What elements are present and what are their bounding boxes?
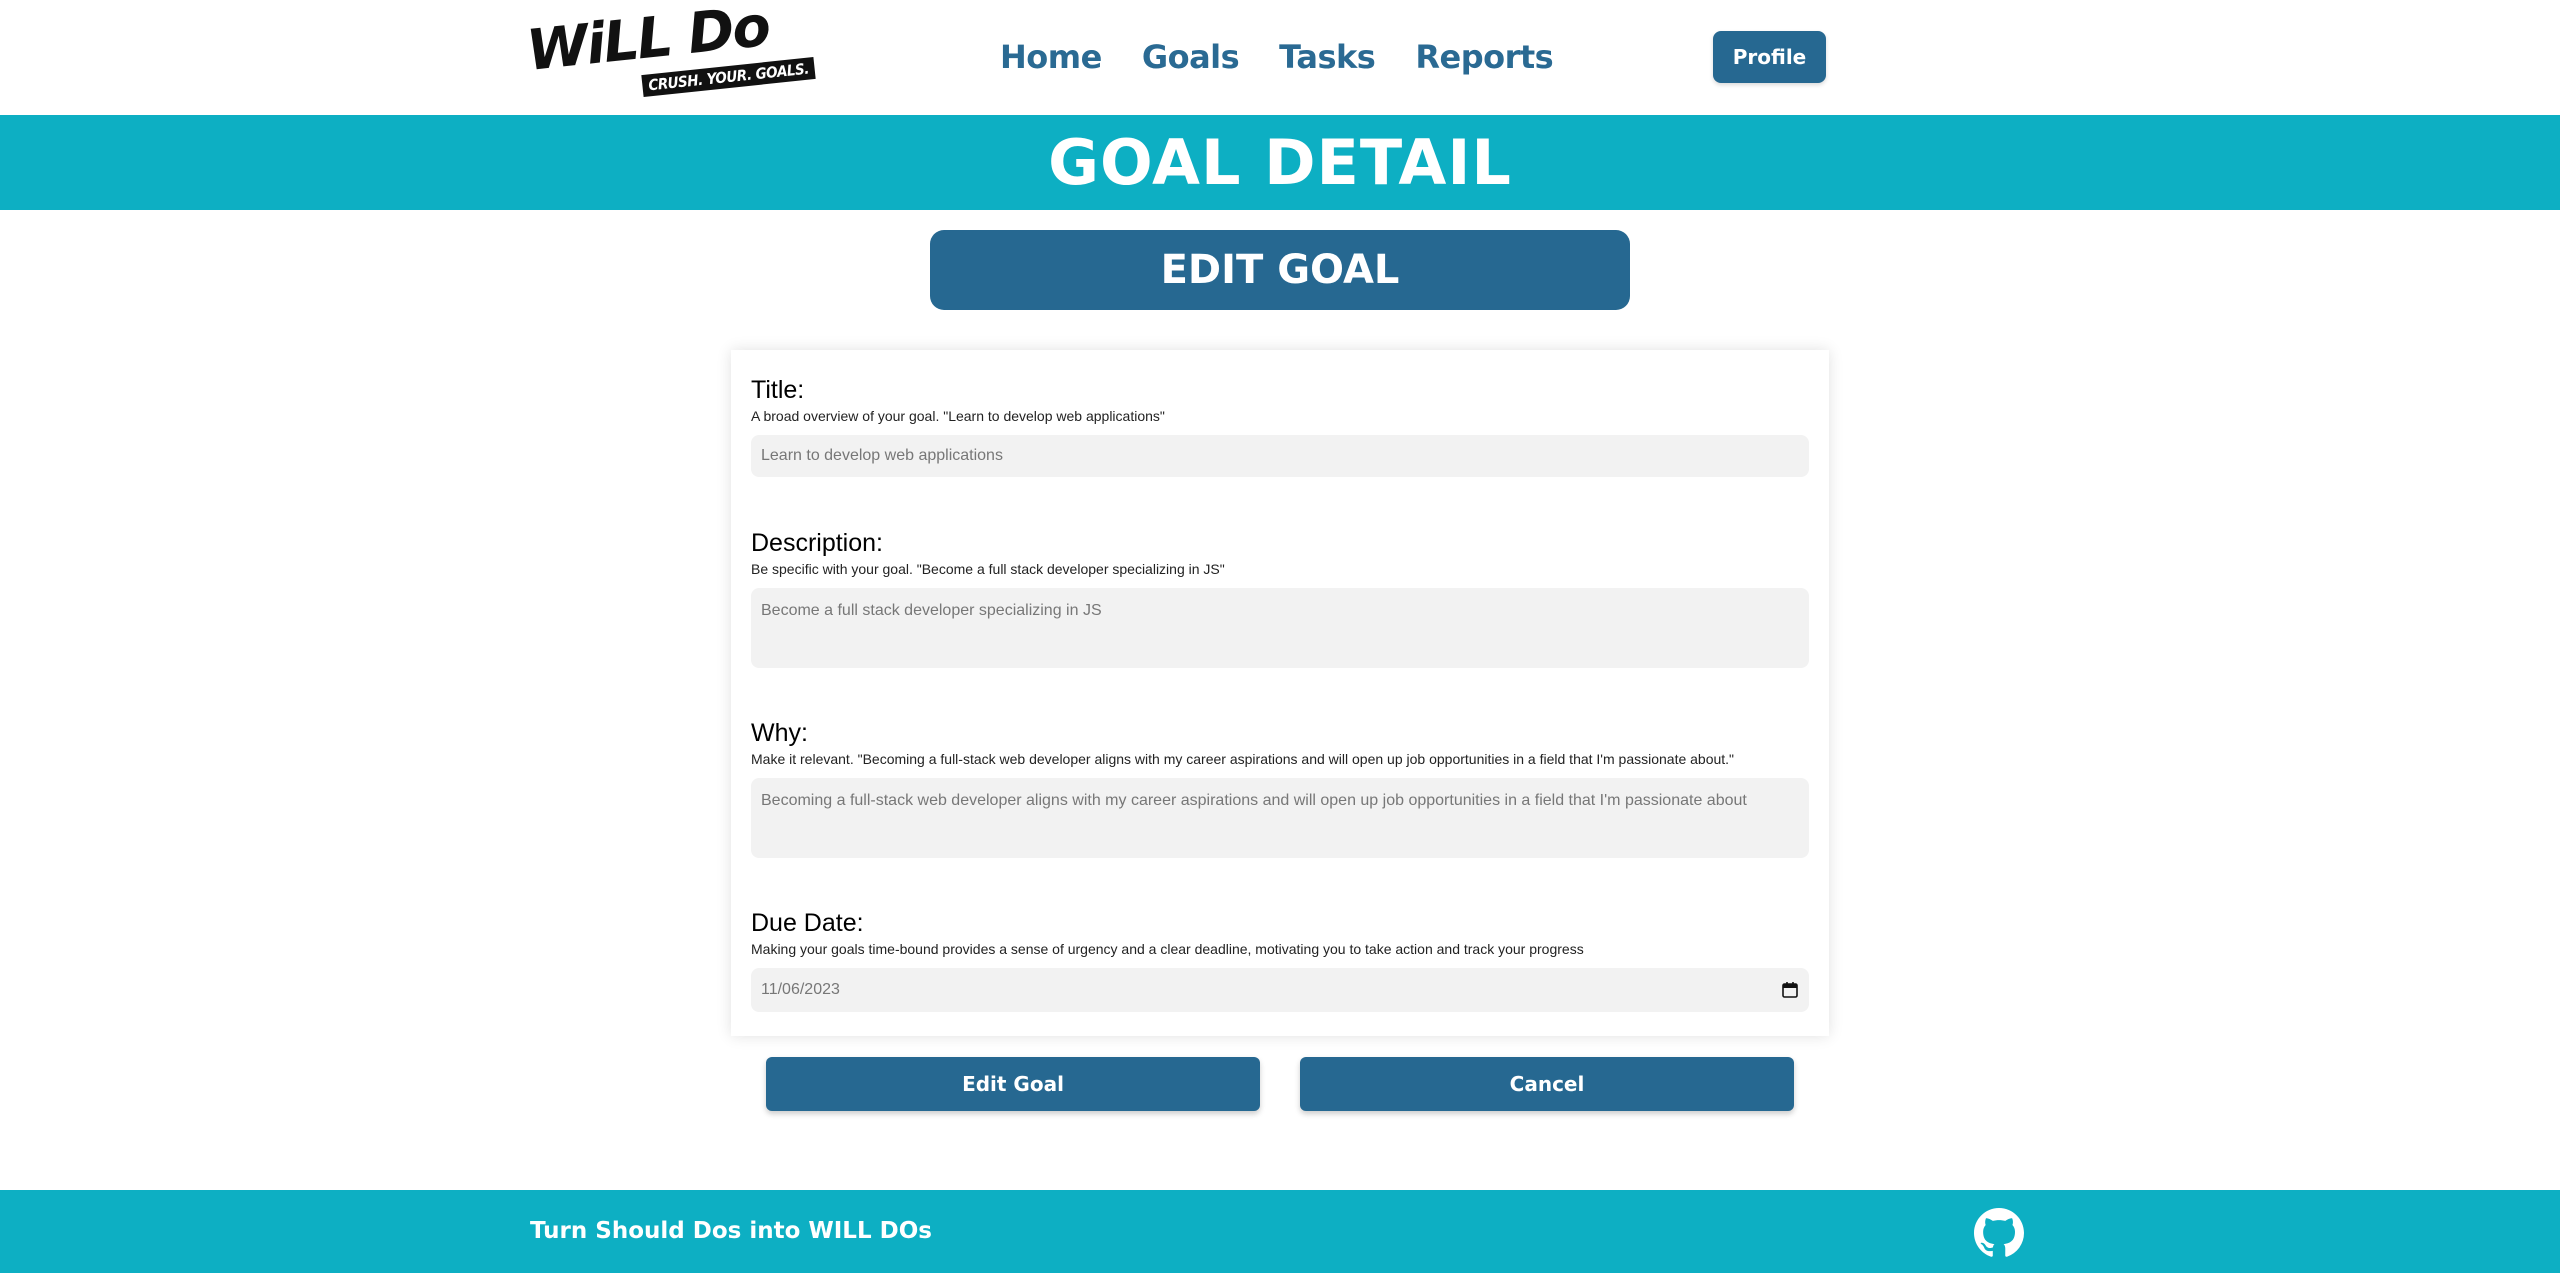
calendar-icon[interactable]: [1781, 981, 1799, 999]
footer-tagline: Turn Should Dos into WILL DOs: [530, 1218, 932, 1244]
why-field-group: Why: Make it relevant. "Becoming a full-…: [751, 718, 1809, 858]
description-hint: Be specific with your goal. "Become a fu…: [751, 561, 1225, 577]
due-date-field-group: Due Date: Making your goals time-bound p…: [751, 908, 1809, 1012]
profile-button[interactable]: Profile: [1713, 31, 1826, 83]
cancel-button[interactable]: Cancel: [1300, 1057, 1794, 1111]
site-header: WiLL Do CRUSH. YOUR. GOALS. Home Goals T…: [0, 0, 2560, 115]
main-nav: Home Goals Tasks Reports: [1000, 38, 1554, 76]
page-banner: GOAL DETAIL: [0, 115, 2560, 210]
why-hint: Make it relevant. "Becoming a full-stack…: [751, 751, 1735, 767]
title-label: Title:: [751, 376, 805, 404]
why-label: Why:: [751, 719, 808, 747]
due-date-label: Due Date:: [751, 909, 864, 937]
title-field-group: Title: A broad overview of your goal. "L…: [751, 375, 1809, 477]
title-input[interactable]: Learn to develop web applications: [751, 435, 1809, 477]
edit-goal-title: EDIT GOAL: [1160, 247, 1400, 293]
description-input[interactable]: Become a full stack developer specializi…: [751, 588, 1809, 668]
due-date-value: 11/06/2023: [761, 981, 840, 998]
page-title: GOAL DETAIL: [1048, 126, 1512, 199]
nav-tasks[interactable]: Tasks: [1279, 38, 1376, 76]
site-footer: Turn Should Dos into WILL DOs: [0, 1190, 2560, 1273]
due-date-input[interactable]: 11/06/2023: [751, 968, 1809, 1012]
description-field-group: Description: Be specific with your goal.…: [751, 528, 1809, 668]
logo[interactable]: WiLL Do CRUSH. YOUR. GOALS.: [524, 0, 816, 97]
edit-goal-header: EDIT GOAL: [930, 230, 1630, 310]
due-date-hint: Making your goals time-bound provides a …: [751, 941, 1584, 957]
nav-home[interactable]: Home: [1000, 38, 1102, 76]
description-label: Description:: [751, 529, 883, 557]
github-icon[interactable]: [1974, 1208, 2024, 1258]
why-input[interactable]: Becoming a full-stack web developer alig…: [751, 778, 1809, 858]
goal-form: Title: A broad overview of your goal. "L…: [731, 350, 1829, 1036]
title-hint: A broad overview of your goal. "Learn to…: [751, 408, 1165, 424]
nav-goals[interactable]: Goals: [1142, 38, 1240, 76]
nav-reports[interactable]: Reports: [1415, 38, 1553, 76]
edit-goal-button[interactable]: Edit Goal: [766, 1057, 1260, 1111]
